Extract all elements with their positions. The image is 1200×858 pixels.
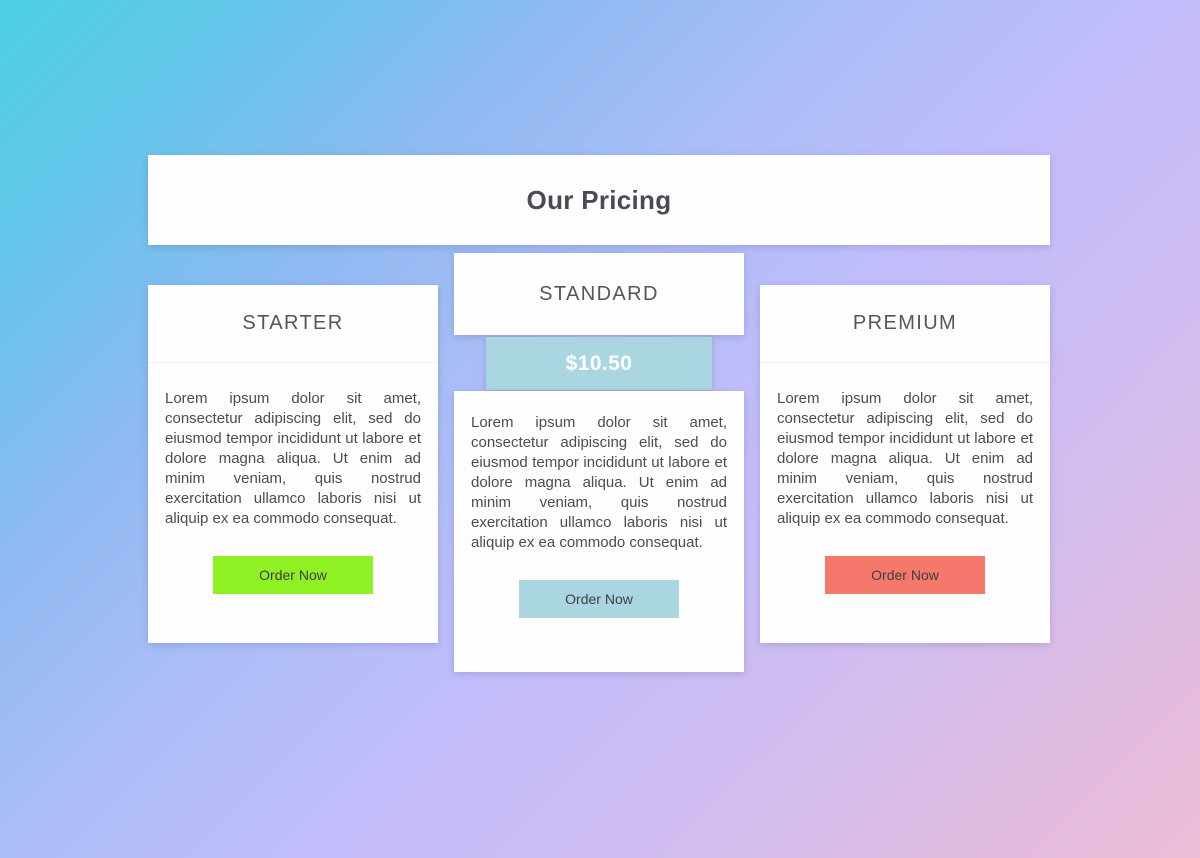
plan-header-premium: PREMIUM [760,285,1050,363]
plan-name-standard: STANDARD [539,282,659,305]
plan-body-premium: Lorem ipsum dolor sit amet, consectetur … [760,363,1050,594]
plan-price-band-standard: $10.50 [486,337,712,390]
plan-price-standard: $10.50 [565,351,633,375]
pricing-page: Our Pricing STARTER Lorem ipsum dolor si… [0,0,1200,858]
pricing-card-standard[interactable]: Lorem ipsum dolor sit amet, consectetur … [454,391,744,672]
plan-button-wrap-standard: Order Now [471,580,727,618]
plan-name-starter: STARTER [242,312,344,334]
plan-description-standard: Lorem ipsum dolor sit amet, consectetur … [471,414,727,551]
plan-header-starter: STARTER [148,285,438,363]
pricing-header-banner: Our Pricing [148,155,1050,245]
page-title: Our Pricing [526,184,672,215]
plan-body-starter: Lorem ipsum dolor sit amet, consectetur … [148,363,438,594]
plan-button-wrap-starter: Order Now [165,556,421,594]
plan-body-standard: Lorem ipsum dolor sit amet, consectetur … [454,391,744,618]
order-now-button-starter[interactable]: Order Now [213,556,373,594]
order-now-button-standard[interactable]: Order Now [519,580,679,618]
plan-name-premium: PREMIUM [852,312,958,334]
plan-description-starter: Lorem ipsum dolor sit amet, consectetur … [165,390,421,527]
plan-button-wrap-premium: Order Now [777,556,1033,594]
order-now-button-premium[interactable]: Order Now [825,556,985,594]
plan-header-standard: STANDARD [454,253,744,335]
plan-description-premium: Lorem ipsum dolor sit amet, consectetur … [777,390,1033,527]
pricing-card-starter[interactable]: STARTER Lorem ipsum dolor sit amet, cons… [148,285,438,643]
pricing-card-premium[interactable]: PREMIUM Lorem ipsum dolor sit amet, cons… [760,285,1050,643]
